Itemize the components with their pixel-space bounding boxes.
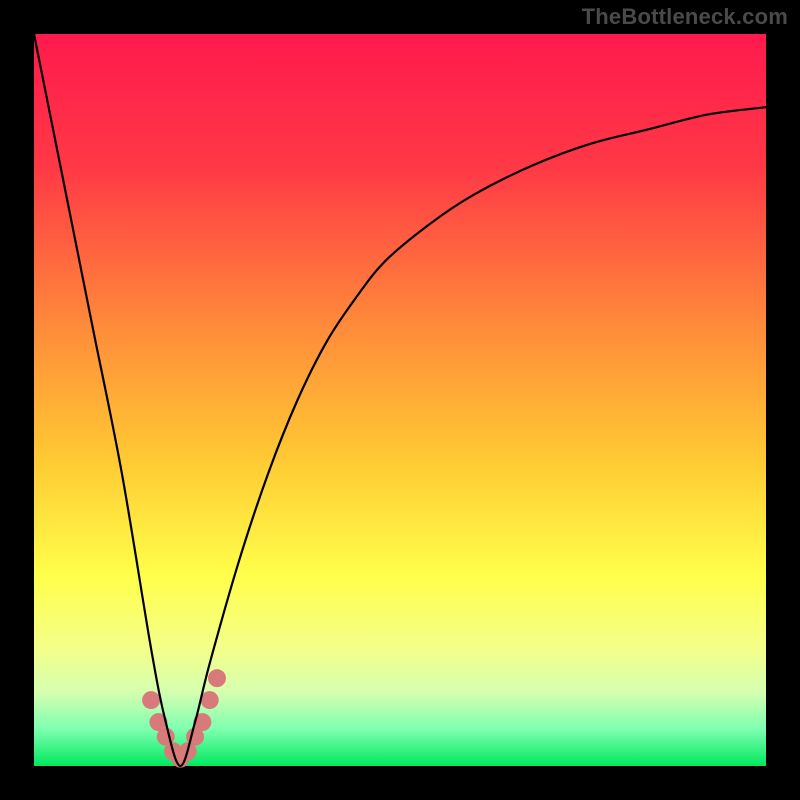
bottleneck-chart — [0, 0, 800, 800]
plot-background — [34, 34, 766, 766]
chart-stage: TheBottleneck.com — [0, 0, 800, 800]
sample-dot — [201, 691, 219, 709]
sample-dot — [208, 669, 226, 687]
sample-dot — [142, 691, 160, 709]
watermark-text: TheBottleneck.com — [582, 4, 788, 30]
